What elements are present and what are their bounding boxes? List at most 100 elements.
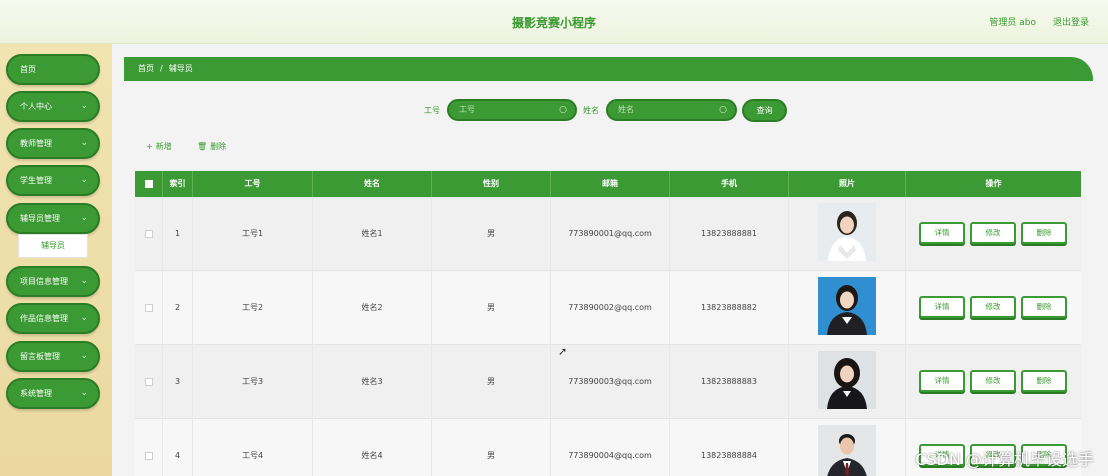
row-select-cell	[135, 345, 163, 419]
logout-link[interactable]: 退出登录	[1053, 15, 1089, 28]
column-header: 工号	[193, 171, 313, 197]
sidebar-item-personal-center[interactable]: 个人中心 ⌄	[6, 91, 100, 122]
sidebar-item-works-management[interactable]: 作品信息管理 ⌄	[6, 303, 100, 334]
column-header: 索引	[163, 171, 193, 197]
top-header: 摄影竞赛小程序 管理员 abo 退出登录	[0, 0, 1108, 44]
row-select-cell	[135, 271, 163, 345]
detail-button[interactable]: 详情	[919, 370, 965, 392]
search-name-placeholder: 姓名	[618, 105, 634, 114]
search-icon: ○	[559, 105, 567, 115]
sidebar-item-label: 系统管理	[20, 389, 52, 398]
chevron-down-icon: ⌄	[80, 351, 88, 361]
delete-button[interactable]: 删除	[1021, 222, 1067, 244]
breadcrumb-current: 辅导员	[168, 64, 193, 73]
sidebar-item-project-management[interactable]: 项目信息管理 ⌄	[6, 266, 100, 297]
sidebar: 首页 个人中心 ⌄ 教师管理 ⌄ 学生管理 ⌄ 辅导员管理 ⌄ 辅导员 项目信息…	[0, 44, 112, 476]
batch-delete-button[interactable]: 🗑 删除	[197, 141, 226, 152]
table-header: 索引 工号 姓名 性别 邮箱 手机 照片 操作	[135, 171, 1081, 197]
row-checkbox[interactable]	[144, 229, 153, 238]
search-name-label: 姓名	[583, 106, 599, 115]
sidebar-item-label: 作品信息管理	[20, 314, 68, 323]
male-portrait-photo	[818, 425, 876, 476]
cell-id: 工号2	[193, 271, 313, 345]
breadcrumb: 首页 / 辅导员	[124, 57, 1093, 81]
edit-button[interactable]: 修改	[970, 370, 1016, 392]
search-id-label: 工号	[424, 106, 440, 115]
search-name-input[interactable]: 姓名 ○	[606, 99, 737, 121]
cell-operations: 详情 修改 删除	[906, 197, 1081, 271]
cell-email: 773890001@qq.com	[551, 197, 670, 271]
row-checkbox[interactable]	[144, 377, 153, 386]
cell-id: 工号1	[193, 197, 313, 271]
detail-button[interactable]: 详情	[919, 222, 965, 244]
delete-button[interactable]: 删除	[1021, 370, 1067, 392]
chevron-down-icon: ⌄	[80, 138, 88, 148]
sidebar-subitem-counselor[interactable]: 辅导员	[18, 234, 88, 258]
row-select-cell	[135, 419, 163, 476]
mouse-cursor-icon: ➚	[558, 345, 568, 358]
cell-photo	[789, 271, 906, 345]
sidebar-item-message-board-management[interactable]: 留言板管理 ⌄	[6, 341, 100, 372]
current-user: 管理员 abo	[989, 18, 1036, 28]
sidebar-item-label: 学生管理	[20, 176, 52, 185]
cell-name: 姓名1	[313, 197, 432, 271]
plus-icon: +	[146, 142, 153, 151]
cell-index: 4	[163, 419, 193, 476]
column-header: 姓名	[313, 171, 432, 197]
table-row: 2 工号2 姓名2 男 773890002@qq.com 13823888882…	[135, 271, 1081, 345]
sidebar-item-label: 教师管理	[20, 139, 52, 148]
search-button[interactable]: 查询	[742, 99, 787, 122]
edit-button[interactable]: 修改	[970, 222, 1016, 244]
column-header: 性别	[432, 171, 551, 197]
chevron-down-icon: ⌄	[80, 313, 88, 323]
cell-gender: 男	[432, 345, 551, 419]
cell-email: 773890003@qq.com	[551, 345, 670, 419]
sidebar-item-label: 辅导员管理	[20, 214, 60, 223]
chevron-up-icon: ⌄	[80, 213, 88, 223]
cell-id: 工号3	[193, 345, 313, 419]
sidebar-item-counselor-management[interactable]: 辅导员管理 ⌄	[6, 203, 100, 234]
cell-photo	[789, 197, 906, 271]
column-header: 邮箱	[551, 171, 670, 197]
cell-operations: 详情 修改 删除	[906, 345, 1081, 419]
female-portrait-photo	[818, 351, 876, 409]
row-select-cell	[135, 197, 163, 271]
column-header: 照片	[789, 171, 906, 197]
female-portrait-photo	[818, 277, 876, 335]
cell-id: 工号4	[193, 419, 313, 476]
search-id-input[interactable]: 工号 ○	[447, 99, 577, 121]
trash-icon: 🗑	[197, 142, 208, 151]
cell-email: 773890004@qq.com	[551, 419, 670, 476]
cell-photo	[789, 345, 906, 419]
select-all-cell	[135, 171, 163, 197]
cell-index: 1	[163, 197, 193, 271]
sidebar-item-home[interactable]: 首页	[6, 54, 100, 85]
column-header: 手机	[670, 171, 789, 197]
sidebar-item-student-management[interactable]: 学生管理 ⌄	[6, 165, 100, 196]
chevron-down-icon: ⌄	[80, 175, 88, 185]
chevron-down-icon: ⌄	[80, 101, 88, 111]
add-button[interactable]: + 新增	[146, 141, 172, 152]
female-portrait-photo	[818, 203, 876, 261]
breadcrumb-home[interactable]: 首页	[138, 64, 154, 73]
detail-button[interactable]: 详情	[919, 296, 965, 318]
breadcrumb-separator: /	[160, 64, 163, 73]
table-row: 3 工号3 姓名3 男 773890003@qq.com 13823888883…	[135, 345, 1081, 419]
sidebar-item-label: 项目信息管理	[20, 277, 68, 286]
search-icon: ○	[719, 105, 727, 115]
cell-email: 773890002@qq.com	[551, 271, 670, 345]
chevron-down-icon: ⌄	[80, 276, 88, 286]
search-id-placeholder: 工号	[459, 105, 475, 114]
row-checkbox[interactable]	[144, 451, 153, 460]
cell-name: 姓名3	[313, 345, 432, 419]
sidebar-item-system-management[interactable]: 系统管理 ⌄	[6, 378, 100, 409]
cell-gender: 男	[432, 271, 551, 345]
edit-button[interactable]: 修改	[970, 296, 1016, 318]
select-all-checkbox[interactable]	[144, 179, 153, 188]
sidebar-item-label: 个人中心	[20, 102, 52, 111]
delete-button[interactable]: 删除	[1021, 296, 1067, 318]
sidebar-item-teacher-management[interactable]: 教师管理 ⌄	[6, 128, 100, 159]
row-checkbox[interactable]	[144, 303, 153, 312]
cell-name: 姓名4	[313, 419, 432, 476]
cell-index: 3	[163, 345, 193, 419]
